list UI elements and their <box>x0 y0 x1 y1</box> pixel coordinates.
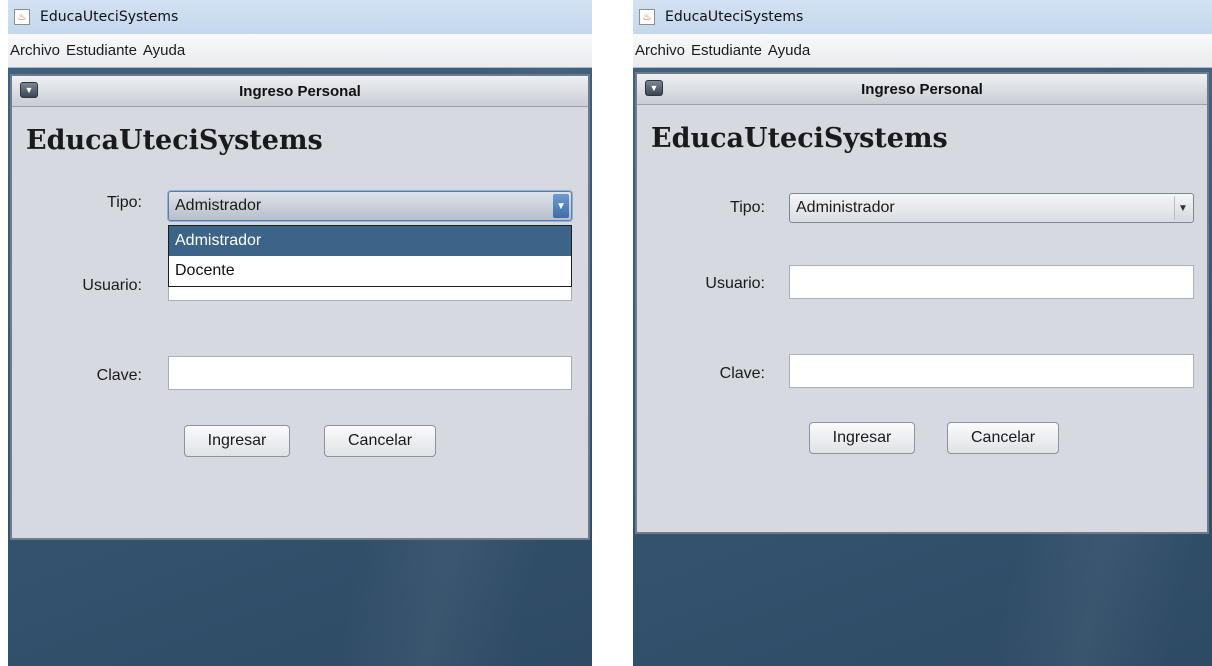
cancelar-button[interactable]: Cancelar <box>324 425 436 457</box>
app-window-left: ♨ EducaUteciSystems Archivo Estudiante A… <box>8 0 592 666</box>
cancelar-button[interactable]: Cancelar <box>947 422 1059 454</box>
tipo-label: Tipo: <box>107 194 142 211</box>
window-titlebar[interactable]: ♨ EducaUteciSystems <box>633 0 1212 34</box>
ingresar-button[interactable]: Ingresar <box>809 422 915 454</box>
internal-frame-ingreso: ▼ Ingreso Personal EducaUteciSystems Tip… <box>10 74 590 540</box>
menu-estudiante[interactable]: Estudiante <box>66 42 137 59</box>
tipo-combobox[interactable]: Admistrador ▼ <box>168 191 572 221</box>
app-window-right: ♨ EducaUteciSystems Archivo Estudiante A… <box>633 0 1212 666</box>
frame-menu-icon[interactable]: ▼ <box>20 82 38 98</box>
internal-frame-title: Ingreso Personal <box>861 80 983 98</box>
menubar: Archivo Estudiante Ayuda <box>8 34 592 68</box>
ingresar-button[interactable]: Ingresar <box>184 425 290 457</box>
login-form: EducaUteciSystems Tipo: Administrador ▼ … <box>637 105 1207 532</box>
usuario-label: Usuario: <box>82 277 142 294</box>
dropdown-arrow-icon[interactable]: ▼ <box>1174 196 1191 220</box>
internal-frame-titlebar[interactable]: ▼ Ingreso Personal <box>637 74 1207 105</box>
java-app-icon: ♨ <box>639 9 655 25</box>
menu-ayuda[interactable]: Ayuda <box>143 42 185 59</box>
menubar: Archivo Estudiante Ayuda <box>633 34 1212 68</box>
tipo-selected-value: Admistrador <box>175 197 262 214</box>
menu-archivo[interactable]: Archivo <box>10 42 60 59</box>
usuario-label: Usuario: <box>705 275 765 292</box>
window-titlebar[interactable]: ♨ EducaUteciSystems <box>8 0 592 34</box>
menu-estudiante[interactable]: Estudiante <box>691 42 762 59</box>
frame-menu-icon[interactable]: ▼ <box>645 80 663 96</box>
login-form: EducaUteciSystems Tipo: Admistrador ▼ Us… <box>12 107 588 538</box>
usuario-field[interactable] <box>789 265 1194 299</box>
brand-heading: EducaUteciSystems <box>26 125 323 156</box>
java-app-icon: ♨ <box>14 9 30 25</box>
window-title: EducaUteciSystems <box>40 9 179 25</box>
internal-frame-ingreso: ▼ Ingreso Personal EducaUteciSystems Tip… <box>635 72 1209 534</box>
tipo-selected-value: Administrador <box>796 199 895 216</box>
window-title: EducaUteciSystems <box>665 9 804 25</box>
clave-label: Clave: <box>96 367 142 384</box>
brand-heading: EducaUteciSystems <box>651 123 948 154</box>
tipo-combobox[interactable]: Administrador ▼ <box>789 193 1194 223</box>
dropdown-option-admistrador[interactable]: Admistrador <box>169 226 571 256</box>
clave-label: Clave: <box>719 365 765 382</box>
menu-ayuda[interactable]: Ayuda <box>768 42 810 59</box>
clave-field[interactable] <box>168 356 572 390</box>
dropdown-option-docente[interactable]: Docente <box>169 256 571 286</box>
internal-frame-titlebar[interactable]: ▼ Ingreso Personal <box>12 76 588 107</box>
internal-frame-title: Ingreso Personal <box>239 82 361 100</box>
tipo-label: Tipo: <box>730 199 765 216</box>
clave-field[interactable] <box>789 354 1194 388</box>
dropdown-arrow-icon[interactable]: ▼ <box>553 194 569 218</box>
menu-archivo[interactable]: Archivo <box>635 42 685 59</box>
tipo-dropdown-list: Admistrador Docente <box>168 225 572 287</box>
